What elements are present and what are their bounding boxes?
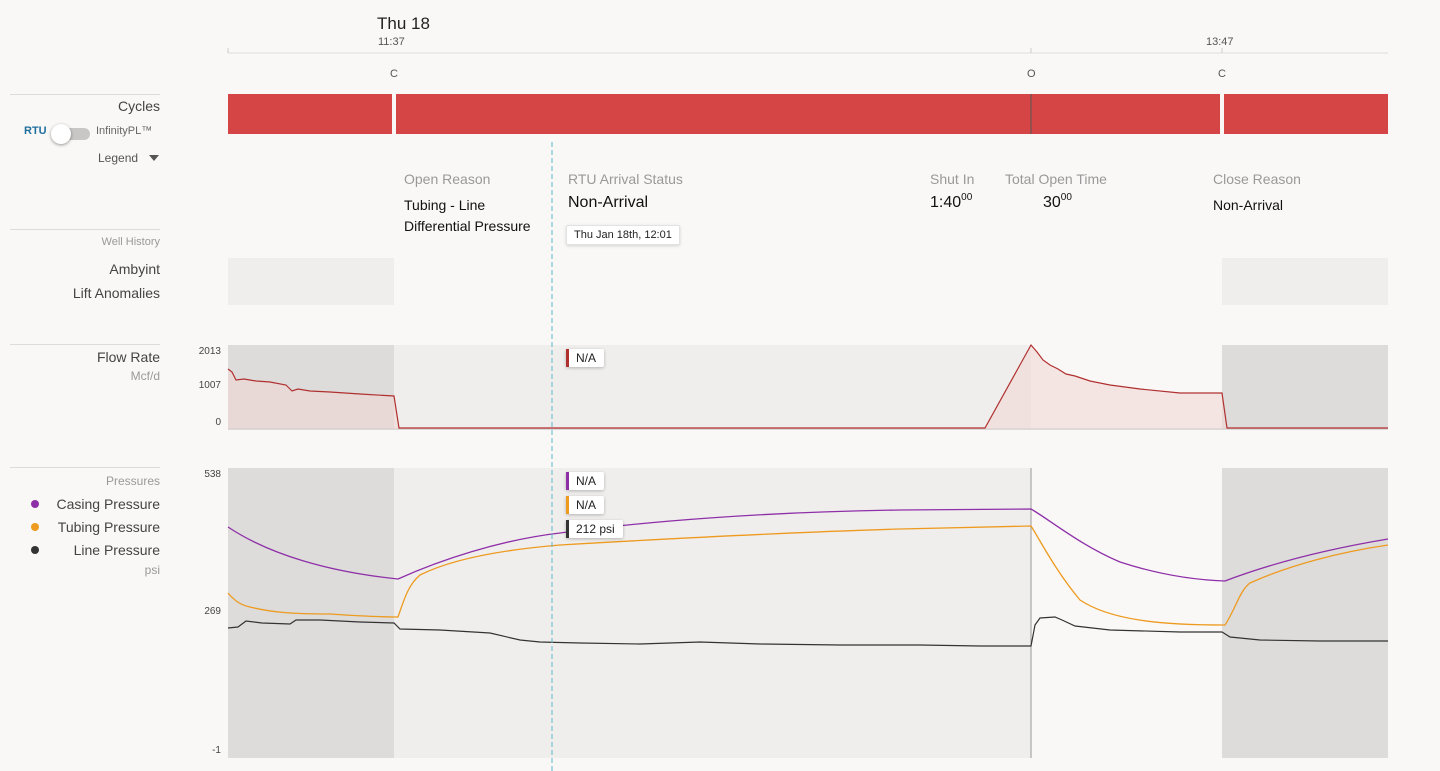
line-value-flag: 212 psi bbox=[566, 520, 623, 538]
flow-ytick: 0 bbox=[215, 417, 221, 428]
open-reason-label: Open Reason bbox=[404, 171, 491, 187]
total-open-time-label: Total Open Time bbox=[1005, 171, 1107, 187]
pressure-ytick: 538 bbox=[204, 469, 221, 480]
flow-shade-shutin bbox=[394, 345, 1031, 429]
flow-ytick: 1007 bbox=[198, 380, 221, 391]
history-band bbox=[228, 258, 394, 305]
flow-ytick: 2013 bbox=[198, 346, 221, 357]
history-band bbox=[1222, 258, 1388, 305]
pressure-shade-shutin bbox=[394, 468, 1031, 758]
flow-value-flag: N/A bbox=[566, 349, 605, 367]
pressure-shade-closed bbox=[228, 468, 394, 758]
close-reason-value: Non-Arrival bbox=[1213, 197, 1284, 213]
flow-shade-closed bbox=[1222, 345, 1388, 429]
arrival-time-tooltip: Thu Jan 18th, 12:01 bbox=[566, 225, 680, 245]
arrival-status-label: RTU Arrival Status bbox=[568, 171, 683, 187]
shut-in-label: Shut In bbox=[930, 171, 975, 187]
open-reason-value-2: Differential Pressure bbox=[404, 218, 531, 234]
total-open-time-value: 3000 bbox=[1043, 192, 1072, 211]
casing-value-flag: N/A bbox=[566, 472, 605, 490]
open-reason-value-1: Tubing - Line bbox=[404, 197, 486, 213]
arrival-status-value: Non-Arrival bbox=[568, 194, 649, 211]
pressure-ytick: 269 bbox=[204, 606, 221, 617]
pressure-shade-closed bbox=[1222, 468, 1388, 758]
pressure-ytick: -1 bbox=[212, 745, 221, 756]
shut-in-value: 1:4000 bbox=[930, 192, 973, 211]
close-reason-label: Close Reason bbox=[1213, 171, 1301, 187]
tubing-value-flag: N/A bbox=[566, 496, 605, 514]
